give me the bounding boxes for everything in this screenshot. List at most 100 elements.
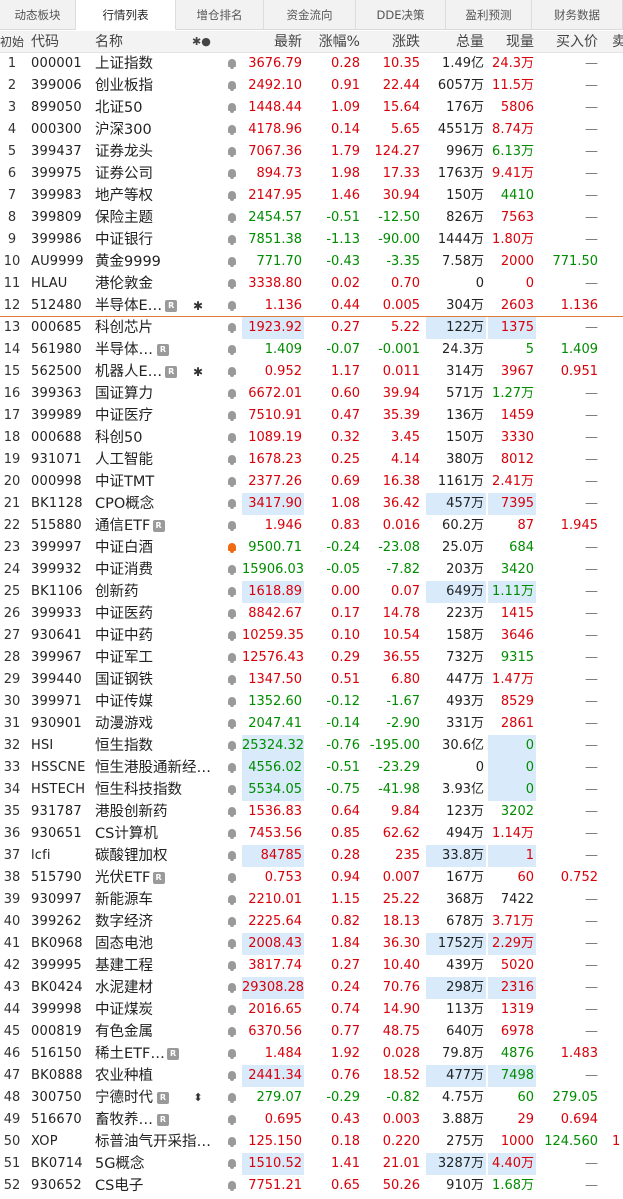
table-row[interactable]: 47 BK0888 农业种植 2441.34 0.76 18.52 477万 7498 —	[0, 1065, 623, 1087]
alert-bell-icon[interactable]	[227, 895, 237, 905]
table-row[interactable]: 18 000688 科创50 1089.19 0.32 3.45 150万 3330 —	[0, 427, 623, 449]
alert-bell-icon[interactable]	[227, 587, 237, 597]
header-price[interactable]: 最新	[242, 31, 304, 53]
alert-bell-icon[interactable]	[227, 1005, 237, 1015]
alert-bell-icon[interactable]	[227, 191, 237, 201]
tab-1[interactable]: 动态板块	[0, 0, 76, 30]
table-row[interactable]: 14 561980 半导体… R 1.409 -0.07 -0.001 24.3万 5 1.409	[0, 339, 623, 361]
alert-bell-icon[interactable]	[227, 1049, 237, 1059]
table-row[interactable]: 33 HSSCNE 恒生港股通新经… 4556.02 -0.51 -23.29 0 0 —	[0, 757, 623, 779]
alert-bell-icon[interactable]	[227, 499, 237, 509]
alert-bell-icon[interactable]	[227, 741, 237, 751]
header-current-volume[interactable]: 现量	[488, 31, 536, 53]
alert-bell-icon[interactable]	[227, 939, 237, 949]
table-row[interactable]: 30 399971 中证传媒 1352.60 -0.12 -1.67 493万 8529 —	[0, 691, 623, 713]
table-row[interactable]: 46 516150 稀土ETF… R 1.484 1.92 0.028 79.8万 4876 1.…	[0, 1043, 623, 1065]
header-volume[interactable]: 总量	[426, 31, 486, 53]
table-row[interactable]: 37 lcfi 碳酸锂加权 84785 0.28 235 33.8万 1 —	[0, 845, 623, 867]
table-row[interactable]: 4 000300 沪深300 4178.96 0.14 5.65 4551万 8.74万 —	[0, 119, 623, 141]
table-row[interactable]: 50 XOP 标普油气开采指… 125.150 0.18 0.220 275万 1000 124…	[0, 1131, 623, 1153]
table-row[interactable]: 29 399440 国证钢铁 1347.50 0.51 6.80 447万 1.47万 —	[0, 669, 623, 691]
alert-bell-icon[interactable]	[227, 323, 237, 333]
table-row[interactable]: 19 931071 人工智能 1678.23 0.25 4.14 380万 8012 —	[0, 449, 623, 471]
alert-bell-icon[interactable]	[227, 389, 237, 399]
alert-bell-icon[interactable]	[227, 1115, 237, 1125]
alert-bell-icon[interactable]	[227, 279, 237, 289]
table-row[interactable]: 52 930652 CS电子 7751.21 0.65 50.26 910万 1.68万 —	[0, 1175, 623, 1197]
table-row[interactable]: 43 BK0424 水泥建材 29308.28 0.24 70.76 298万 2316 —	[0, 977, 623, 999]
table-row[interactable]: 44 399998 中证煤炭 2016.65 0.74 14.90 113万 1319 —	[0, 999, 623, 1021]
alert-bell-icon[interactable]	[227, 169, 237, 179]
table-row[interactable]: 31 930901 动漫游戏 2047.41 -0.14 -2.90 331万 2861 —	[0, 713, 623, 735]
tab-6[interactable]: 盈利预测	[446, 0, 532, 30]
header-ask-price[interactable]: 卖	[612, 31, 623, 53]
table-row[interactable]: 7 399983 地产等权 2147.95 1.46 30.94 150万 4410 —	[0, 185, 623, 207]
alert-bell-icon[interactable]	[227, 433, 237, 443]
alert-bell-icon[interactable]	[227, 829, 237, 839]
table-row[interactable]: 32 HSI 恒生指数 25324.32 -0.76 -195.00 30.6亿 0 —	[0, 735, 623, 757]
table-row[interactable]: 45 000819 有色金属 6370.56 0.77 48.75 640万 6978 —	[0, 1021, 623, 1043]
tab-2[interactable]: 行情列表	[76, 0, 176, 30]
alert-bell-icon[interactable]	[227, 785, 237, 795]
alert-bell-icon[interactable]	[227, 1071, 237, 1081]
table-row[interactable]: 27 930641 中证中药 10259.35 0.10 10.54 158万 3646 —	[0, 625, 623, 647]
alert-bell-icon[interactable]	[227, 301, 237, 311]
tab-3[interactable]: 增仓排名	[176, 0, 264, 30]
alert-bell-icon[interactable]	[227, 609, 237, 619]
table-row[interactable]: 1 000001 上证指数 3676.79 0.28 10.35 1.49亿 24.3万 —	[0, 53, 623, 75]
alert-bell-icon[interactable]	[227, 103, 237, 113]
header-change[interactable]: 涨跌	[363, 31, 422, 53]
alert-bell-icon[interactable]	[227, 1137, 237, 1147]
table-row[interactable]: 13 000685 科创芯片 1923.92 0.27 5.22 122万 1375 —	[0, 317, 623, 339]
alert-bell-icon[interactable]	[227, 521, 237, 531]
table-row[interactable]: 40 399262 数字经济 2225.64 0.82 18.13 678万 3.71万 —	[0, 911, 623, 933]
table-row[interactable]: 42 399995 基建工程 3817.74 0.27 10.40 439万 5020 —	[0, 955, 623, 977]
alert-bell-icon[interactable]	[227, 345, 237, 355]
alert-bell-icon[interactable]	[227, 983, 237, 993]
alert-bell-icon[interactable]	[227, 1093, 237, 1103]
alert-bell-icon[interactable]	[227, 1159, 237, 1169]
table-row[interactable]: 38 515790 光伏ETF R 0.753 0.94 0.007 167万 60 0.752	[0, 867, 623, 889]
tab-4[interactable]: 资金流向	[264, 0, 356, 30]
table-row[interactable]: 24 399932 中证消费 15906.03 -0.05 -7.82 203万 3420 —	[0, 559, 623, 581]
header-index[interactable]: 初始	[0, 31, 24, 53]
table-row[interactable]: 48 300750 宁德时代 R ⬍ 279.07 -0.29 -0.82 4.75万 60 279…	[0, 1087, 623, 1109]
alert-bell-icon[interactable]	[227, 543, 237, 553]
table-row[interactable]: 41 BK0968 固态电池 2008.43 1.84 36.30 1752万 2.29万 —	[0, 933, 623, 955]
table-row[interactable]: 3 899050 北证50 1448.44 1.09 15.64 176万 5806 —	[0, 97, 623, 119]
alert-bell-icon[interactable]	[227, 763, 237, 773]
table-row[interactable]: 51 BK0714 5G概念 1510.52 1.41 21.01 3287万 4.40万 —	[0, 1153, 623, 1175]
table-row[interactable]: 20 000998 中证TMT 2377.26 0.69 16.38 1161万 2.41万 —	[0, 471, 623, 493]
table-row[interactable]: 35 931787 港股创新药 1536.83 0.64 9.84 123万 3202 —	[0, 801, 623, 823]
table-row[interactable]: 12 512480 半导体E… R ✱ 1.136 0.44 0.005 304万 2603 1.1…	[0, 295, 623, 317]
header-change-pct[interactable]: 涨幅%	[306, 31, 362, 53]
table-row[interactable]: 16 399363 国证算力 6672.01 0.60 39.94 571万 1.27万 —	[0, 383, 623, 405]
table-row[interactable]: 10 AU9999 黄金9999 771.70 -0.43 -3.35 7.58万 2000 7…	[0, 251, 623, 273]
table-row[interactable]: 15 562500 机器人E… R ✱ 0.952 1.17 0.011 314万 3967 0.9…	[0, 361, 623, 383]
alert-bell-icon[interactable]	[227, 1027, 237, 1037]
tab-5[interactable]: DDE决策	[356, 0, 446, 30]
header-name[interactable]: 名称	[95, 31, 123, 53]
alert-bell-icon[interactable]	[227, 631, 237, 641]
table-row[interactable]: 2 399006 创业板指 2492.10 0.91 22.44 6057万 11.5万 —	[0, 75, 623, 97]
table-row[interactable]: 39 930997 新能源车 2210.01 1.15 25.22 368万 7422 —	[0, 889, 623, 911]
table-row[interactable]: 34 HSTECH 恒生科技指数 5534.05 -0.75 -41.98 3.93亿 0 —	[0, 779, 623, 801]
table-row[interactable]: 6 399975 证券公司 894.73 1.98 17.33 1763万 9.41万 —	[0, 163, 623, 185]
alert-bell-icon[interactable]	[227, 697, 237, 707]
table-row[interactable]: 17 399989 中证医疗 7510.91 0.47 35.39 136万 1459 —	[0, 405, 623, 427]
alert-bell-icon[interactable]	[227, 1181, 237, 1191]
alert-bell-icon[interactable]	[227, 213, 237, 223]
table-row[interactable]: 25 BK1106 创新药 1618.89 0.00 0.07 649万 1.11万 —	[0, 581, 623, 603]
alert-bell-icon[interactable]	[227, 961, 237, 971]
alert-bell-icon[interactable]	[227, 125, 237, 135]
alert-bell-icon[interactable]	[227, 235, 237, 245]
header-code[interactable]: 代码	[31, 31, 59, 53]
table-row[interactable]: 26 399933 中证医药 8842.67 0.17 14.78 223万 1415 —	[0, 603, 623, 625]
table-row[interactable]: 11 HLAU 港伦敦金 3338.80 0.02 0.70 0 0 —	[0, 273, 623, 295]
alert-bell-icon[interactable]	[227, 257, 237, 267]
alert-bell-icon[interactable]	[227, 477, 237, 487]
alert-bell-icon[interactable]	[227, 59, 237, 69]
table-row[interactable]: 49 516670 畜牧养… R 0.695 0.43 0.003 3.88万 29 0.694	[0, 1109, 623, 1131]
table-row[interactable]: 9 399986 中证银行 7851.38 -1.13 -90.00 1444万 1.80万 —	[0, 229, 623, 251]
table-row[interactable]: 21 BK1128 CPO概念 3417.90 1.08 36.42 457万 7395 —	[0, 493, 623, 515]
